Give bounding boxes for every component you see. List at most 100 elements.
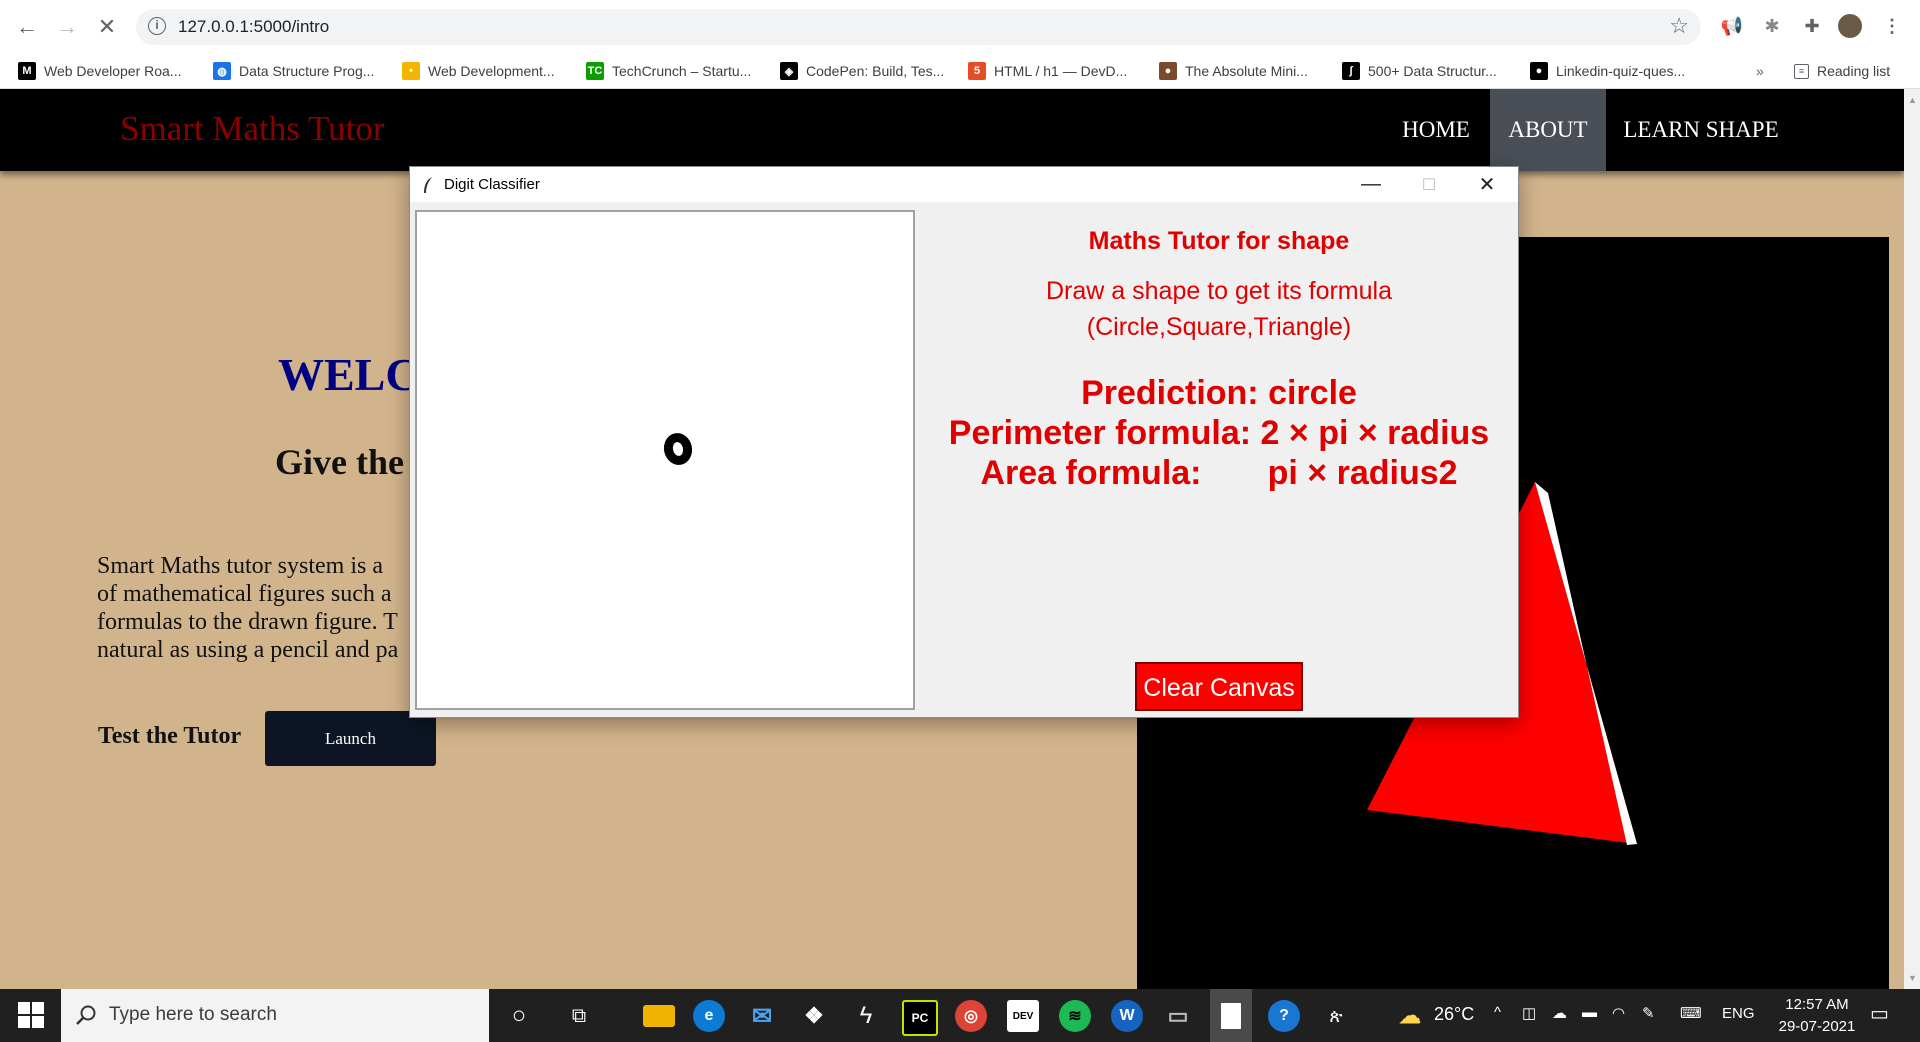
close-icon[interactable]: ✕ (1458, 167, 1516, 202)
bookmark-item[interactable]: ● The Absolute Mini... (1159, 60, 1308, 82)
url-text[interactable]: 127.0.0.1:5000/intro (178, 17, 329, 37)
bookmark-label: HTML / h1 — DevD... (994, 63, 1128, 79)
word-app-icon[interactable]: W (1111, 1000, 1143, 1032)
bookmark-item[interactable]: ◍ Data Structure Prog... (213, 60, 374, 82)
stop-loading-icon[interactable]: ✕ (92, 12, 122, 42)
dev-to-icon[interactable]: DEV (1007, 1000, 1039, 1032)
bookmark-item[interactable]: ● Linkedin-quiz-ques... (1530, 60, 1685, 82)
meet-now-icon[interactable]: ◫ (1522, 1004, 1536, 1022)
github-icon: ● (1530, 62, 1548, 80)
forward-icon[interactable]: → (52, 12, 82, 42)
bookmarks-bar: M Web Developer Roa... ◍ Data Structure Pro… (0, 54, 1920, 89)
more-bookmarks-chevron[interactable]: » (1756, 60, 1764, 82)
file-explorer-icon[interactable] (643, 1005, 675, 1027)
globe-icon: ◍ (213, 62, 231, 80)
weather-icon[interactable]: ☁ (1394, 1000, 1426, 1032)
terminal-icon[interactable]: ▭ (1162, 1000, 1194, 1032)
welcome-heading: WELC (278, 349, 419, 400)
search-placeholder: Type here to search (109, 1004, 277, 1025)
site-brand[interactable]: Smart Maths Tutor (120, 109, 385, 149)
bookmark-item[interactable]: M Web Developer Roa... (18, 60, 181, 82)
dropbox-icon[interactable]: ❖ (798, 1000, 830, 1032)
profile-avatar[interactable] (1838, 14, 1862, 38)
html-icon: 5 (968, 62, 986, 80)
drawing-canvas[interactable] (415, 210, 915, 710)
paragraph-line: Smart Maths tutor system is a (97, 553, 383, 579)
codepen-icon: ◈ (780, 62, 798, 80)
bookmark-item[interactable]: 5 HTML / h1 — DevD... (968, 60, 1127, 82)
cortana-icon[interactable]: ○ (503, 1000, 535, 1032)
techcrunch-icon: TC (586, 62, 604, 80)
tk-feather-icon (424, 177, 432, 193)
bookmark-label: 500+ Data Structur... (1368, 63, 1497, 79)
pycharm-icon[interactable]: PC (902, 1000, 938, 1036)
area-formula-text: Area formula: pi × radius2 (980, 454, 1458, 492)
chrome-icon[interactable]: ◎ (955, 1000, 987, 1032)
nav-learn-shape[interactable]: LEARN SHAPE (1610, 89, 1792, 171)
notepad-taskbar-button[interactable] (1210, 989, 1252, 1042)
task-view-icon[interactable]: ⧉ (563, 1000, 595, 1032)
instruction-text: Draw a shape to get its formula (1046, 277, 1392, 305)
site-navbar: Smart Maths Tutor HOME ABOUT LEARN SHAPE (0, 89, 1904, 171)
site-info-icon[interactable]: i (148, 17, 166, 35)
paragraph-line: natural as using a pencil and pa (97, 637, 399, 663)
language-indicator[interactable]: ENG (1722, 1005, 1755, 1022)
battery-icon[interactable]: ▬ (1582, 1004, 1597, 1021)
kebab-menu-icon[interactable]: ⋮ (1880, 14, 1904, 38)
bookmark-label: Data Structure Prog... (239, 63, 375, 79)
notifications-icon[interactable]: ▭ (1870, 1001, 1889, 1026)
spotify-icon[interactable]: ≋ (1059, 1000, 1091, 1032)
reading-list-button[interactable]: ≡ Reading list (1794, 60, 1890, 82)
bookmark-star-icon[interactable]: ☆ (1669, 13, 1689, 39)
tray-chevron-icon[interactable]: ^ (1494, 1004, 1501, 1021)
windows-start-icon[interactable] (18, 1002, 44, 1028)
bookmark-item[interactable]: • Web Development... (402, 60, 555, 82)
bookmark-item[interactable]: ◈ CodePen: Build, Tes... (780, 60, 944, 82)
clock-time[interactable]: 12:57 AM (1774, 996, 1860, 1013)
bookmark-label: Linkedin-quiz-ques... (1556, 63, 1686, 79)
maximize-icon[interactable]: ☐ (1400, 167, 1458, 202)
perimeter-formula-text: Perimeter formula: 2 × pi × radius (948, 414, 1490, 452)
bookmark-label: Web Development... (428, 63, 555, 79)
people-icon[interactable]: ጵ (1320, 1000, 1352, 1032)
paragraph-line: formulas to the drawn figure. T (97, 609, 398, 635)
bulb-icon: • (402, 62, 420, 80)
intro-paragraph: Smart Maths tutor system is a of mathema… (97, 552, 427, 664)
nav-about[interactable]: ABOUT (1490, 89, 1606, 171)
taskbar-search-box[interactable]: Type here to search (61, 989, 489, 1042)
bookmark-item[interactable]: ʃ 500+ Data Structur... (1342, 60, 1497, 82)
nav-home[interactable]: HOME (1384, 89, 1488, 171)
windows-taskbar: Type here to search ○ ⧉ e ✉ ❖ ϟ PC ◎ DEV… (0, 989, 1920, 1042)
edge-icon[interactable]: e (693, 1000, 725, 1032)
clear-canvas-button[interactable]: Clear Canvas (1135, 662, 1303, 711)
megaphone-extension-icon[interactable]: 📢 (1720, 14, 1744, 38)
medium-icon: M (18, 62, 36, 80)
weather-temperature[interactable]: 26°C (1434, 1004, 1474, 1025)
wifi-icon[interactable]: ◠ (1612, 1004, 1625, 1022)
back-icon[interactable]: ← (12, 12, 42, 42)
minimize-icon[interactable]: — (1342, 167, 1400, 202)
bug-extension-icon[interactable]: ✱ (1760, 14, 1784, 38)
digit-classifier-window: Digit Classifier — ☐ ✕ Maths Tutor for s… (409, 166, 1519, 718)
launch-button[interactable]: Launch (265, 711, 436, 766)
prediction-text: Prediction: circle (1081, 374, 1357, 412)
help-icon[interactable]: ? (1268, 1000, 1300, 1032)
bracket-icon: ʃ (1342, 62, 1360, 80)
bookmark-label: CodePen: Build, Tes... (806, 63, 945, 79)
tagline-heading: Give the (275, 442, 404, 482)
omnibox[interactable]: i 127.0.0.1:5000/intro ☆ (136, 9, 1701, 45)
mail-icon[interactable]: ✉ (746, 1000, 778, 1032)
lightning-app-icon[interactable]: ϟ (850, 1000, 882, 1032)
keyboard-icon[interactable]: ⌨ (1680, 1004, 1702, 1022)
search-icon (76, 1005, 96, 1025)
pen-icon[interactable]: ✎ (1642, 1004, 1655, 1022)
bookmark-label: The Absolute Mini... (1185, 63, 1308, 79)
page-scrollbar[interactable]: ▲ ▼ (1904, 89, 1920, 989)
paragraph-line: of mathematical figures such a (97, 581, 392, 607)
clock-date[interactable]: 29-07-2021 (1768, 1018, 1866, 1035)
window-titlebar[interactable]: Digit Classifier — ☐ ✕ (410, 167, 1518, 202)
drawn-circle-stroke (660, 430, 696, 468)
puzzle-extensions-icon[interactable]: ✚ (1800, 14, 1824, 38)
bookmark-item[interactable]: TC TechCrunch – Startu... (586, 60, 751, 82)
onedrive-icon[interactable]: ☁ (1552, 1004, 1567, 1022)
